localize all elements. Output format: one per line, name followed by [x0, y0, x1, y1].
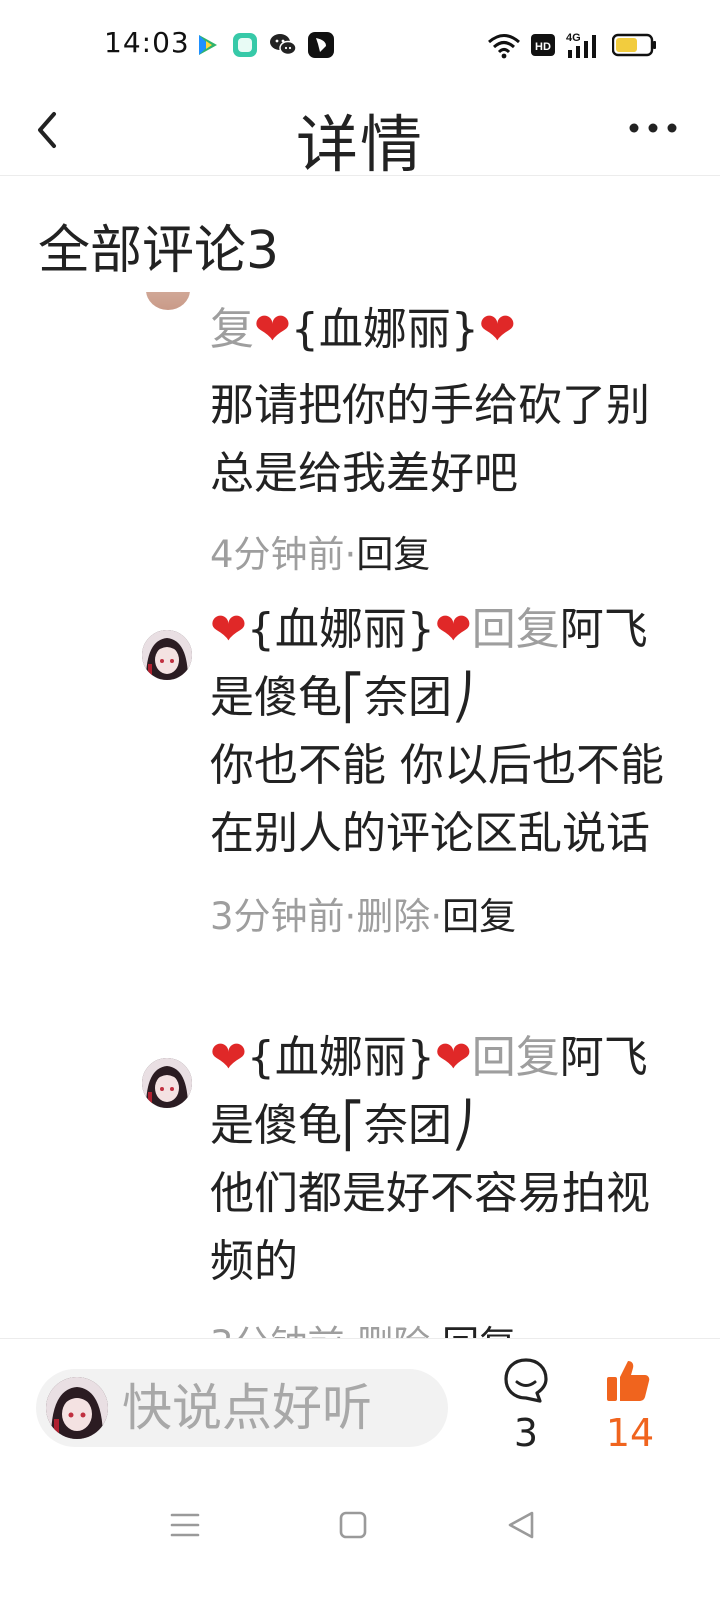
- delete-button[interactable]: 删除: [356, 1323, 430, 1338]
- feather-app-icon: [308, 32, 334, 58]
- separator: ·: [344, 533, 357, 576]
- comment-list[interactable]: 复❤{血娜丽}❤ 那请把你的手给砍了别总是给我差好吧 4分钟前·回复 ❤{血娜丽…: [0, 292, 720, 1338]
- comment-body: 你也不能 你以后也不能在别人的评论区乱说话: [210, 740, 664, 859]
- reply-prefix: 复: [210, 304, 254, 355]
- status-bar: 14:03 HD 4G: [0, 0, 720, 88]
- comment-reply-line: ❤{血娜丽}❤回复阿飞是傻龟⎡奈团⎠: [210, 1024, 680, 1160]
- like-count: 14: [605, 1411, 655, 1455]
- hd-icon: HD: [531, 34, 555, 56]
- comment-reply-line: 复❤{血娜丽}❤: [210, 298, 680, 362]
- reply-word: 回复: [471, 604, 560, 655]
- avatar[interactable]: [142, 1058, 192, 1108]
- reply-button[interactable]: 回复: [356, 533, 430, 576]
- comment-meta: 3分钟前·删除·回复: [210, 1320, 680, 1338]
- comment-reply-line: ❤{血娜丽}❤回复阿飞是傻龟⎡奈团⎠: [210, 596, 680, 732]
- comments-section-title: 全部评论3: [38, 221, 280, 281]
- header: 详情: [0, 88, 720, 181]
- heart-icon: ❤: [478, 304, 516, 355]
- separator: ·: [345, 1323, 357, 1338]
- menu-icon[interactable]: [160, 1500, 210, 1550]
- comment-time: 4分钟前: [210, 533, 345, 576]
- comment-item: ❤{血娜丽}❤回复阿飞是傻龟⎡奈团⎠ 他们都是好不容易拍视频的 3分钟前·删除·…: [210, 1024, 680, 1338]
- comment-meta: 3分钟前·删除·回复: [210, 892, 680, 942]
- comment-item: 复❤{血娜丽}❤ 那请把你的手给砍了别总是给我差好吧 4分钟前·回复: [210, 298, 680, 580]
- comment-time: 3分钟前: [210, 1323, 345, 1338]
- more-horizontal-icon[interactable]: [624, 108, 682, 148]
- thumbs-up-icon[interactable]: [604, 1357, 652, 1405]
- wechat-icon: [270, 34, 297, 56]
- svg-text:4G: 4G: [566, 32, 581, 44]
- status-time: 14:03: [104, 26, 190, 59]
- author-name[interactable]: {血娜丽}: [247, 604, 435, 655]
- reply-button[interactable]: 回复: [442, 895, 516, 938]
- comment-count: 3: [513, 1411, 539, 1455]
- target-user-name[interactable]: {血娜丽}: [291, 304, 479, 355]
- separator: ·: [344, 895, 357, 938]
- home-square-icon[interactable]: [328, 1500, 378, 1550]
- system-nav-bar: [0, 1478, 720, 1600]
- comment-body: 他们都是好不容易拍视频的: [210, 1168, 650, 1287]
- heart-icon: ❤: [434, 604, 472, 655]
- comment-input[interactable]: 快说点好听: [36, 1369, 448, 1447]
- svg-text:HD: HD: [535, 41, 551, 53]
- screen: 14:03 HD 4G 详情 全部评论3 复❤{血娜丽}❤ 那请把你的手给砍了别…: [0, 0, 720, 1600]
- heart-icon: ❤: [434, 1032, 472, 1083]
- comment-meta: 4分钟前·回复: [210, 530, 680, 580]
- video-app-icon: [199, 35, 217, 55]
- comment-item: ❤{血娜丽}❤回复阿飞是傻龟⎡奈团⎠ 你也不能 你以后也不能在别人的评论区乱说话…: [210, 596, 680, 942]
- comment-body: 那请把你的手给砍了别总是给我差好吧: [210, 380, 650, 499]
- battery-icon: [612, 33, 656, 57]
- reply-word: 回复: [471, 1032, 560, 1083]
- delete-button[interactable]: 删除: [356, 895, 430, 938]
- avatar[interactable]: [142, 630, 192, 680]
- comment-time: 3分钟前: [210, 895, 345, 938]
- wifi-icon: [488, 34, 520, 59]
- author-name[interactable]: {血娜丽}: [247, 1032, 435, 1083]
- square-app-icon: [233, 33, 257, 57]
- avatar: [46, 1377, 108, 1439]
- signal-4g-icon: 4G: [566, 32, 596, 58]
- heart-icon: ❤: [210, 604, 247, 655]
- heart-icon: ❤: [210, 1032, 247, 1083]
- heart-icon: ❤: [254, 304, 291, 355]
- avatar[interactable]: [146, 292, 190, 310]
- comment-icon[interactable]: [500, 1355, 552, 1407]
- separator: ·: [430, 895, 443, 938]
- input-placeholder: 快说点好听: [122, 1379, 372, 1437]
- separator: ·: [430, 1323, 442, 1338]
- reply-button[interactable]: 回复: [442, 1323, 516, 1338]
- back-triangle-icon[interactable]: [496, 1500, 546, 1550]
- page-title: 详情: [295, 108, 424, 181]
- comment-input-bar: 快说点好听 3 14: [0, 1338, 720, 1478]
